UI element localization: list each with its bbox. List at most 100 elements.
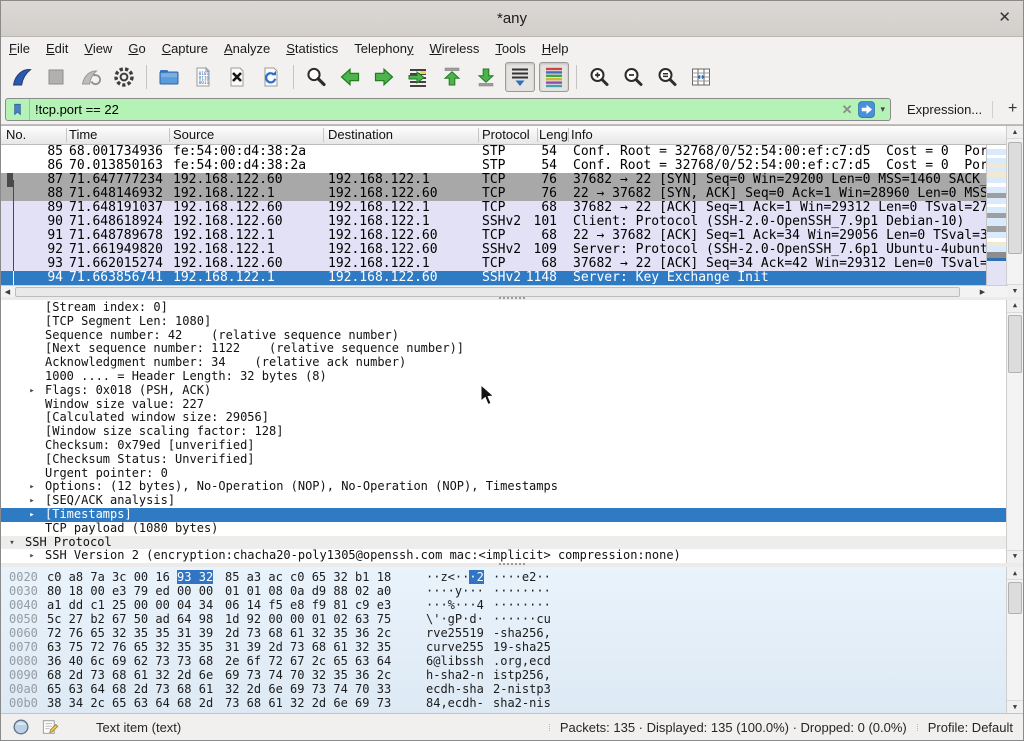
ascii-bytes[interactable]: ··z<···2 xyxy=(426,570,484,584)
tree-expander-icon[interactable]: ▾ xyxy=(7,537,17,550)
hex-bytes[interactable]: 80 18 00 e3 79 ed 00 00 xyxy=(47,584,213,598)
ascii-bytes[interactable]: 84,ecdh- xyxy=(426,696,484,710)
menu-item-tools[interactable]: Tools xyxy=(487,39,533,58)
hex-row[interactable]: 0040a1 dd c1 25 00 00 04 3406 14 f5 e8 f… xyxy=(1,598,1007,612)
column-header-info[interactable]: Info xyxy=(571,127,593,142)
display-filter-input[interactable] xyxy=(30,102,839,117)
ascii-bytes[interactable]: -sha256, xyxy=(493,626,551,640)
hex-row[interactable]: 00b038 34 2c 65 63 64 68 2d73 68 61 32 2… xyxy=(1,696,1007,710)
tree-expander-icon[interactable]: ▸ xyxy=(27,509,37,522)
ascii-bytes[interactable]: h-sha2-n xyxy=(426,668,484,682)
detail-row[interactable]: [Next sequence number: 1122 (relative se… xyxy=(1,342,1007,356)
detail-row[interactable]: Acknowledgment number: 34 (relative ack … xyxy=(1,356,1007,370)
column-header-source[interactable]: Source xyxy=(173,127,214,142)
hex-row[interactable]: 006072 76 65 32 35 35 31 392d 73 68 61 3… xyxy=(1,626,1007,640)
menu-item-statistics[interactable]: Statistics xyxy=(278,39,346,58)
column-header-no[interactable]: No. xyxy=(6,127,26,142)
detail-row[interactable]: [Stream index: 0] xyxy=(1,301,1007,315)
scrollbar-thumb[interactable] xyxy=(1008,142,1022,254)
menu-item-edit[interactable]: Edit xyxy=(38,39,76,58)
start-capture-icon[interactable] xyxy=(7,62,37,92)
ascii-bytes[interactable]: rve25519 xyxy=(426,626,484,640)
hex-bytes[interactable]: 65 63 64 68 2d 73 68 61 xyxy=(47,682,213,696)
hex-bytes[interactable]: 31 39 2d 73 68 61 32 35 xyxy=(225,640,391,654)
scrollbar-thumb[interactable] xyxy=(1008,315,1022,373)
titlebar[interactable]: *any ✕ xyxy=(1,1,1023,37)
detail-row[interactable]: [TCP Segment Len: 1080] xyxy=(1,315,1007,329)
zoom-100-icon[interactable] xyxy=(652,62,682,92)
scroll-down-icon[interactable]: ▼ xyxy=(1007,550,1023,563)
detail-row[interactable]: TCP payload (1080 bytes) xyxy=(1,522,1007,536)
menu-item-capture[interactable]: Capture xyxy=(154,39,216,58)
ascii-bytes[interactable]: 6@libssh xyxy=(426,654,484,668)
packet-list-vertical-scrollbar[interactable]: ▲ ▼ xyxy=(1006,126,1023,297)
menu-item-telephony[interactable]: Telephony xyxy=(346,39,421,58)
capture-options-icon[interactable] xyxy=(109,62,139,92)
details-vertical-scrollbar[interactable]: ▲ ▼ xyxy=(1006,300,1023,563)
expert-info-icon[interactable] xyxy=(11,717,31,737)
tree-expander-icon[interactable]: ▸ xyxy=(27,495,37,508)
scroll-down-icon[interactable]: ▼ xyxy=(1007,284,1023,297)
hex-bytes[interactable]: 38 34 2c 65 63 64 68 2d xyxy=(47,696,213,710)
ascii-bytes[interactable]: \'·gP·d· xyxy=(426,612,484,626)
go-last-packet-icon[interactable] xyxy=(471,62,501,92)
ascii-bytes[interactable]: ········ xyxy=(493,598,551,612)
go-to-packet-icon[interactable] xyxy=(403,62,433,92)
hex-row[interactable]: 009068 2d 73 68 61 32 2d 6e69 73 74 70 3… xyxy=(1,668,1007,682)
hex-bytes[interactable]: 01 01 08 0a d9 88 02 a0 xyxy=(225,584,391,598)
detail-row[interactable]: ▸[SEQ/ACK analysis] xyxy=(1,494,1007,508)
hex-bytes[interactable]: 2e 6f 72 67 2c 65 63 64 xyxy=(225,654,391,668)
hex-selected-bytes[interactable]: 93 32 xyxy=(177,570,213,584)
hex-bytes[interactable]: 73 68 61 32 2d 6e 69 73 xyxy=(225,696,391,710)
column-header-length[interactable]: Length xyxy=(539,127,568,142)
detail-row[interactable]: ▾SSH Protocol xyxy=(1,536,1007,550)
packet-row[interactable]: 9471.663856741192.168.122.1192.168.122.6… xyxy=(1,271,986,285)
scrollbar-thumb[interactable] xyxy=(1008,582,1022,614)
display-filter-field[interactable]: ✕ ▾ xyxy=(5,98,891,121)
save-capture-icon[interactable]: 010101100011 xyxy=(188,62,218,92)
hex-bytes[interactable]: c0 a8 7a 3c 00 16 93 32 xyxy=(47,570,213,584)
packet-row[interactable]: 9071.648618924192.168.122.60192.168.122.… xyxy=(1,215,986,229)
hex-row[interactable]: 007063 75 72 76 65 32 35 3531 39 2d 73 6… xyxy=(1,640,1007,654)
detail-row[interactable]: ▸SSH Version 2 (encryption:chacha20-poly… xyxy=(1,549,1007,563)
hex-bytes[interactable]: 69 73 74 70 32 35 36 2c xyxy=(225,668,391,682)
go-first-packet-icon[interactable] xyxy=(437,62,467,92)
tree-expander-icon[interactable]: ▸ xyxy=(27,550,37,563)
packet-row[interactable]: 8568.001734936fe:54:00:d4:38:2aSTP54Conf… xyxy=(1,145,986,159)
hex-bytes[interactable]: 06 14 f5 e8 f9 81 c9 e3 xyxy=(225,598,391,612)
hex-bytes[interactable]: 36 40 6c 69 62 73 73 68 xyxy=(47,654,213,668)
column-header-time[interactable]: Time xyxy=(69,127,97,142)
column-separator[interactable] xyxy=(537,128,538,142)
ascii-bytes[interactable]: curve255 xyxy=(426,640,484,654)
column-header-protocol[interactable]: Protocol xyxy=(482,127,530,142)
column-separator[interactable] xyxy=(169,128,170,142)
ascii-bytes[interactable]: istp256, xyxy=(493,668,551,682)
expression-button[interactable]: Expression... xyxy=(907,102,982,117)
hex-bytes[interactable]: a1 dd c1 25 00 00 04 34 xyxy=(47,598,213,612)
menu-item-go[interactable]: Go xyxy=(120,39,153,58)
close-capture-icon[interactable] xyxy=(222,62,252,92)
column-separator[interactable] xyxy=(568,128,569,142)
menu-item-wireless[interactable]: Wireless xyxy=(422,39,488,58)
close-window-icon[interactable]: ✕ xyxy=(998,9,1011,27)
restart-capture-icon[interactable] xyxy=(75,62,105,92)
menu-item-analyze[interactable]: Analyze xyxy=(216,39,278,58)
ascii-bytes[interactable]: ····y··· xyxy=(426,584,484,598)
zoom-out-icon[interactable] xyxy=(618,62,648,92)
packet-row[interactable]: 8971.648191037192.168.122.60192.168.122.… xyxy=(1,201,986,215)
filter-history-dropdown-icon[interactable]: ▾ xyxy=(878,104,890,115)
find-packet-icon[interactable] xyxy=(301,62,331,92)
go-forward-icon[interactable] xyxy=(369,62,399,92)
packet-row[interactable]: 8670.013850163fe:54:00:d4:38:2aSTP54Conf… xyxy=(1,159,986,173)
intelligent-scrollbar-minimap[interactable] xyxy=(986,145,1008,285)
hex-bytes[interactable]: 1d 92 00 00 01 02 63 75 xyxy=(225,612,391,626)
hex-row[interactable]: 008036 40 6c 69 62 73 73 682e 6f 72 67 2… xyxy=(1,654,1007,668)
profile-status[interactable]: Profile: Default xyxy=(928,720,1013,735)
packet-row[interactable]: 9271.661949820192.168.122.1192.168.122.6… xyxy=(1,243,986,257)
ascii-bytes[interactable]: 2-nistp3 xyxy=(493,682,551,696)
bytes-vertical-scrollbar[interactable]: ▲ ▼ xyxy=(1006,567,1023,713)
scroll-up-icon[interactable]: ▲ xyxy=(1007,567,1023,580)
scrollbar-thumb[interactable] xyxy=(15,287,960,297)
ascii-bytes[interactable]: ···%···4 xyxy=(426,598,484,612)
ascii-selected-bytes[interactable]: ·2 xyxy=(469,570,483,584)
